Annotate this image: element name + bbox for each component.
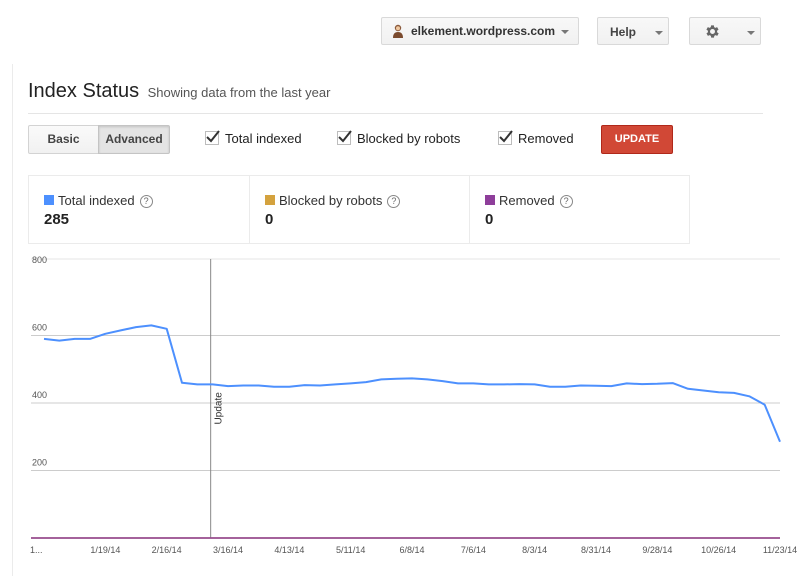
check-icon: [206, 130, 220, 143]
x-tick-label: 2/16/14: [152, 545, 182, 555]
checkbox-box[interactable]: [498, 130, 513, 145]
summary-value: 285: [44, 211, 70, 228]
summary-name-text: Total indexed: [58, 193, 135, 208]
checkbox-box[interactable]: [337, 130, 352, 145]
summary-value: 0: [265, 211, 274, 228]
annotation-label: Update: [214, 392, 225, 425]
x-tick-label: 4/13/14: [274, 545, 304, 555]
x-tick-label: 10/26/14: [701, 545, 736, 555]
summary-blocked-by-robots: Blocked by robots? 0: [249, 176, 469, 243]
summary-removed: Removed? 0: [469, 176, 689, 243]
x-tick-label: 8/3/14: [522, 545, 547, 555]
title-row: Index Status Showing data from the last …: [28, 80, 330, 110]
x-tick-label: 9/28/14: [642, 545, 672, 555]
help-label: Help: [610, 25, 637, 39]
x-tick-label: 11/23/14: [763, 545, 797, 555]
summary-name: Total indexed?: [58, 193, 153, 208]
gear-icon: [706, 25, 719, 38]
checkbox-box[interactable]: [205, 130, 220, 145]
help-icon[interactable]: ?: [139, 195, 153, 208]
account-label: elkement.wordpress.com: [411, 24, 556, 38]
x-tick-label: 3/16/14: [213, 545, 243, 555]
help-icon[interactable]: ?: [387, 195, 401, 208]
help-button[interactable]: Help: [597, 17, 669, 45]
legend-swatch: [44, 195, 54, 205]
index-status-chart: 800 600 400 200 1... 1/19/14 2/16/14 3/16/14 4/1…: [30, 255, 797, 555]
x-tick-label: 7/6/14: [461, 545, 486, 555]
checkbox-label: Blocked by robots: [357, 131, 461, 146]
summary-name: Removed?: [499, 193, 573, 208]
advanced-view-button[interactable]: Advanced: [98, 125, 170, 154]
settings-button[interactable]: [689, 17, 761, 45]
y-tick-label: 400: [32, 390, 47, 400]
summary-value: 0: [485, 211, 494, 228]
account-switcher[interactable]: elkement.wordpress.com: [381, 17, 579, 45]
basic-view-button[interactable]: Basic: [28, 125, 99, 154]
top-bar: elkement.wordpress.com Help: [0, 0, 797, 62]
chevron-down-icon: [747, 31, 755, 35]
chevron-down-icon: [655, 31, 663, 35]
y-tick-label: 800: [32, 255, 47, 265]
chevron-down-icon: [561, 30, 569, 34]
x-tick-label: 1/19/14: [90, 545, 120, 555]
x-tick-label: 6/8/14: [399, 545, 424, 555]
avatar: [393, 24, 403, 38]
check-icon: [499, 130, 513, 143]
y-tick-label: 200: [32, 458, 47, 468]
x-tick-label: 5/11/14: [336, 545, 365, 555]
summary-name-text: Blocked by robots: [279, 193, 383, 208]
legend-swatch: [265, 195, 275, 205]
summary-total-indexed: Total indexed? 285: [29, 176, 249, 243]
checkbox-label: Removed: [518, 131, 574, 146]
series-line-total-indexed: [43, 324, 781, 443]
help-icon[interactable]: ?: [559, 195, 573, 208]
title-divider: [28, 113, 763, 114]
page-subtitle: Showing data from the last year: [147, 85, 331, 100]
check-icon: [338, 130, 352, 143]
update-button[interactable]: UPDATE: [601, 125, 673, 154]
x-tick-label: 1...: [30, 545, 43, 555]
summary-name-text: Removed: [499, 193, 555, 208]
summary-panel: Total indexed? 285 Blocked by robots? 0 …: [28, 175, 690, 244]
x-tick-label: 8/31/14: [581, 545, 611, 555]
summary-name: Blocked by robots?: [279, 193, 401, 208]
left-divider: [12, 64, 13, 576]
y-tick-label: 600: [32, 323, 47, 333]
legend-swatch: [485, 195, 495, 205]
checkbox-label: Total indexed: [225, 131, 302, 146]
page-title: Index Status: [28, 80, 140, 102]
